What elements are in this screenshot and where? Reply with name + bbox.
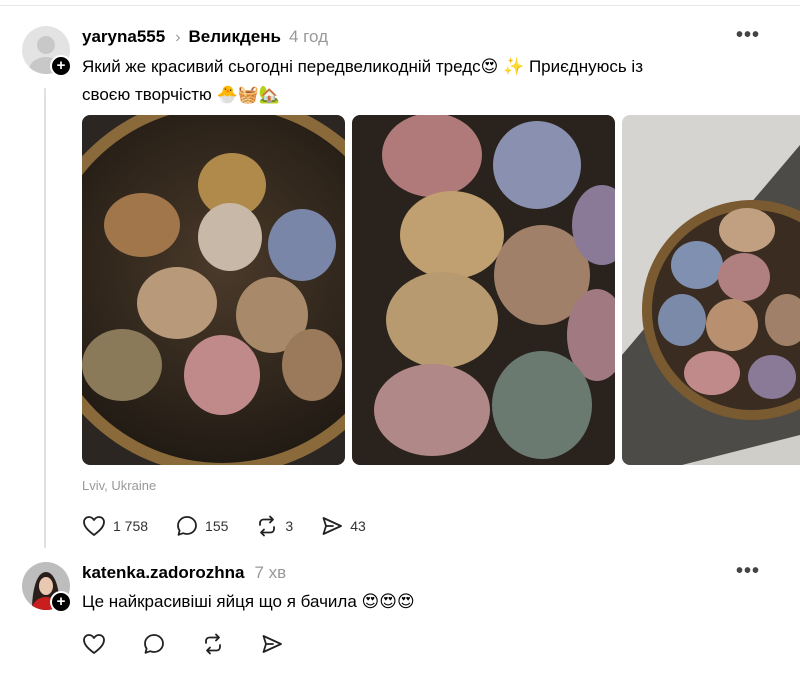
avatar[interactable]: + — [22, 26, 72, 77]
reply-header: katenka.zadorozhna 7 хв — [82, 563, 286, 583]
post-location[interactable]: Lviv, Ukraine — [82, 478, 156, 493]
reply-actions — [82, 633, 320, 655]
repost-button[interactable]: 3 — [256, 515, 293, 537]
plus-icon[interactable]: + — [50, 55, 72, 77]
send-icon — [262, 635, 282, 653]
comment-button[interactable]: 155 — [176, 515, 228, 537]
comment-bubble-icon — [177, 516, 197, 536]
send-icon — [322, 517, 343, 535]
post-image[interactable] — [352, 115, 615, 465]
post-text-line: своєю творчістю 🐣🧺🏡 — [82, 85, 280, 104]
post-image[interactable] — [622, 115, 800, 465]
top-divider — [0, 5, 800, 6]
more-horizontal-icon[interactable]: ••• — [736, 24, 760, 47]
avatar[interactable]: + — [22, 562, 72, 613]
post-image[interactable] — [82, 115, 345, 465]
post-actions: 1 758 155 3 43 — [82, 515, 394, 537]
like-count: 1 758 — [113, 518, 149, 534]
reply-text: Це найкрасивіші яйця що я бачила 😍😍😍 — [82, 592, 415, 611]
comment-button[interactable] — [143, 633, 172, 655]
plus-icon[interactable]: + — [50, 591, 72, 613]
repost-icon — [205, 633, 221, 655]
reply-time: 7 хв — [254, 563, 287, 582]
post-header: yaryna555 › Великдень 4 год — [82, 27, 328, 47]
more-horizontal-icon[interactable]: ••• — [736, 560, 760, 583]
comment-bubble-icon — [144, 634, 164, 654]
post-username[interactable]: yaryna555 — [82, 27, 165, 47]
repost-icon — [259, 515, 276, 537]
share-count: 43 — [350, 518, 366, 534]
reply-username[interactable]: katenka.zadorozhna — [82, 563, 245, 583]
post-text: Який же красивий сьогодні передвеликодні… — [82, 53, 643, 109]
like-button[interactable]: 1 758 — [82, 515, 148, 537]
share-button[interactable] — [261, 633, 290, 655]
repost-button[interactable] — [202, 633, 231, 655]
heart-icon — [83, 516, 105, 536]
like-button[interactable] — [82, 633, 113, 655]
topic-tag[interactable]: Великдень — [189, 27, 281, 47]
post-text-line: Який же красивий сьогодні передвеликодні… — [82, 57, 643, 76]
heart-icon — [83, 634, 105, 654]
thread-line — [44, 88, 46, 548]
share-button[interactable]: 43 — [321, 515, 366, 537]
post-time: 4 год — [288, 27, 328, 46]
repost-count: 3 — [285, 518, 294, 534]
comment-count: 155 — [205, 518, 229, 534]
chevron-right-icon: › — [175, 29, 181, 46]
